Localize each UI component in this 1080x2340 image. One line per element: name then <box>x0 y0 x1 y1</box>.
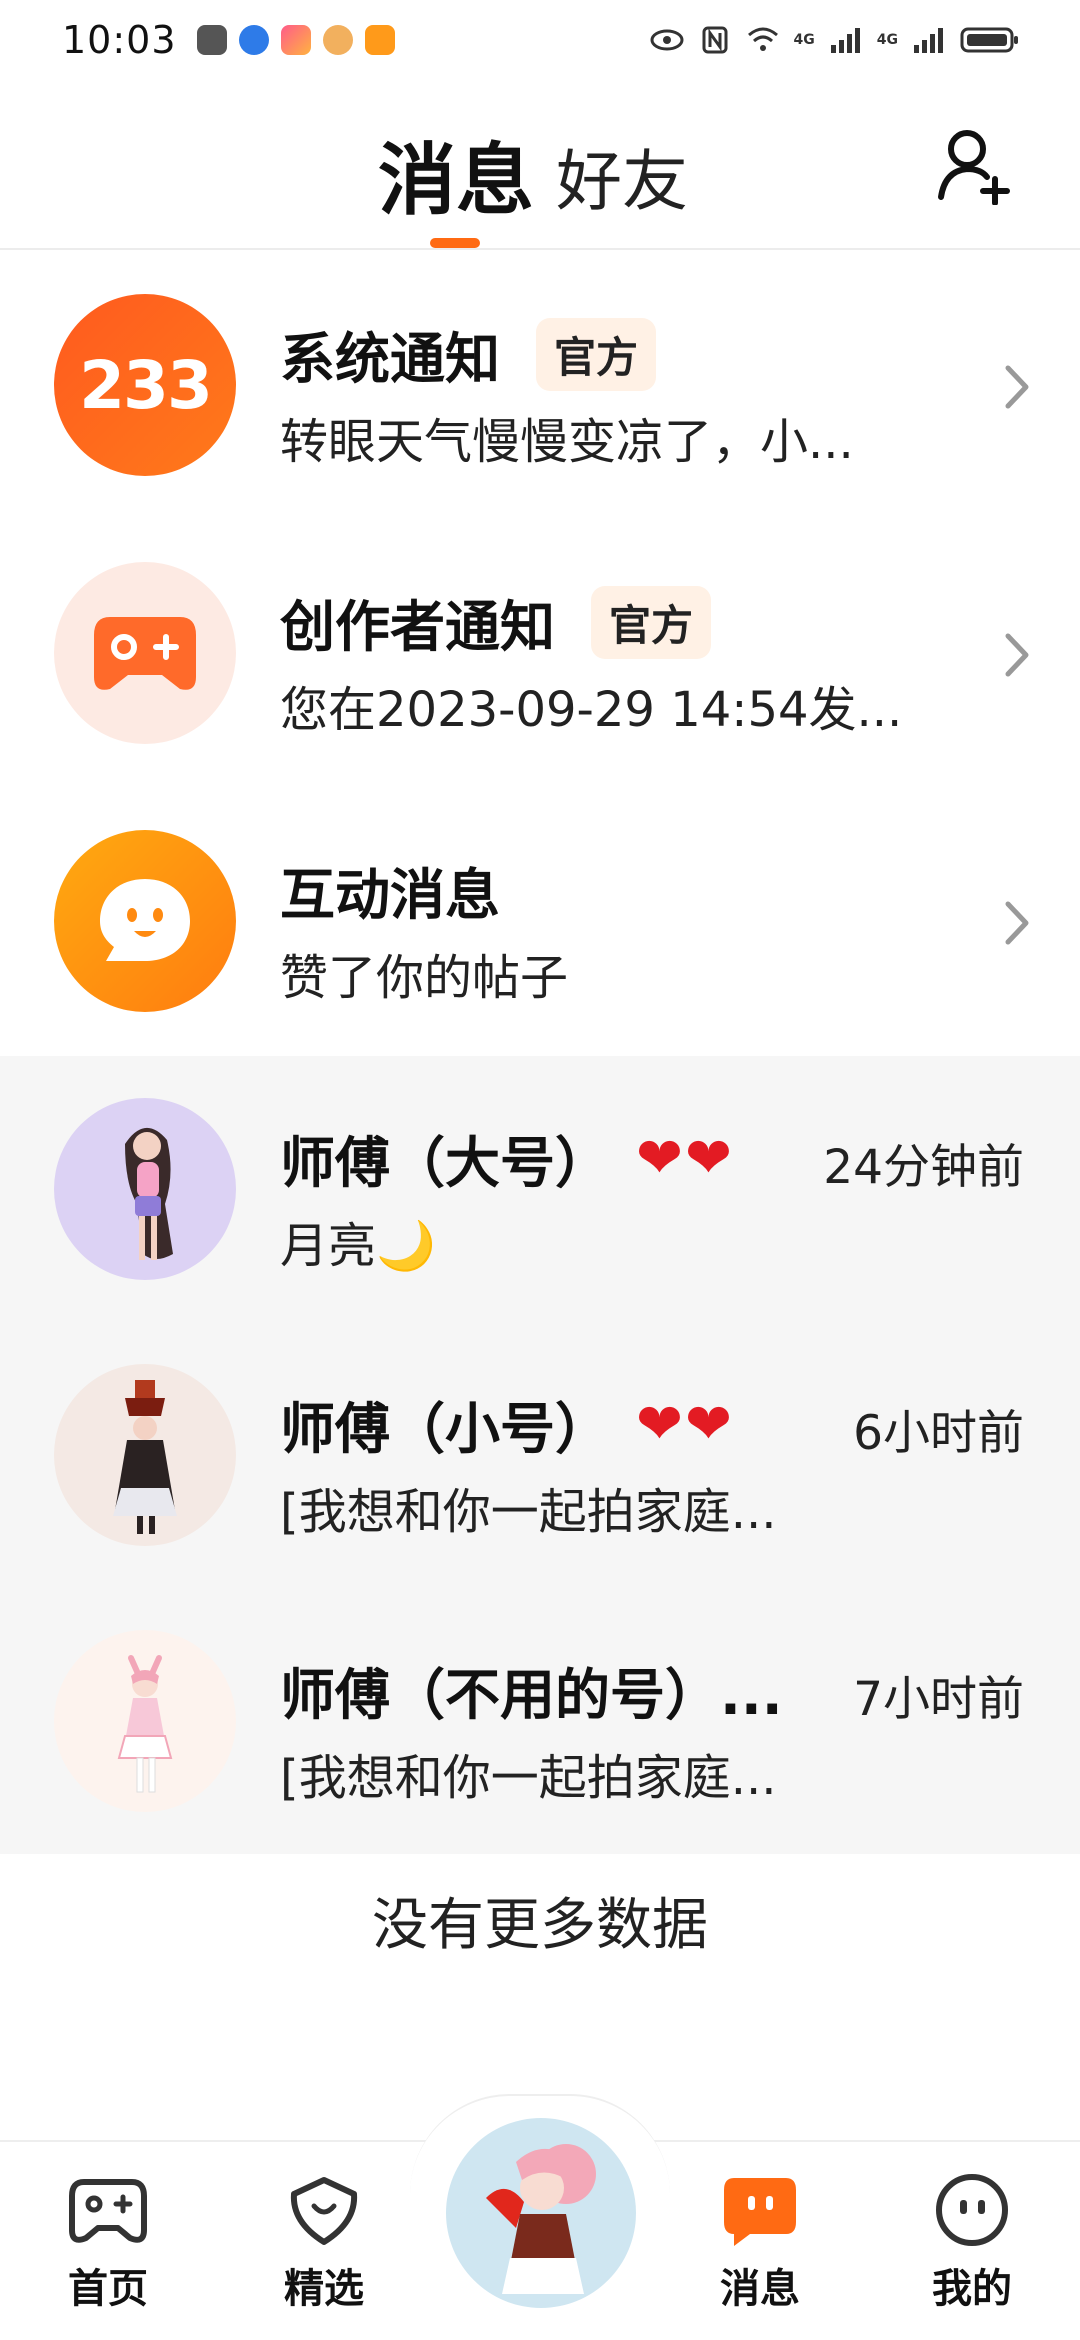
creator-notification-avatar <box>54 562 236 744</box>
chat-row[interactable]: 师傅（小号） ❤❤ 6小时前 [我想和你一起拍家庭... <box>0 1322 1080 1588</box>
nav-home[interactable]: 首页 <box>28 2172 188 2314</box>
avatar <box>54 1098 236 1280</box>
creator-notification-preview: 您在2023-09-29 14:54发... <box>280 682 903 738</box>
chat-row[interactable]: 师傅（不用的号）... 7小时前 [我想和你一起拍家庭... <box>0 1588 1080 1854</box>
interaction-messages-preview: 赞了你的帖子 <box>280 950 569 1006</box>
nav-label-featured: 精选 <box>284 2266 364 2312</box>
chat-bubble-icon <box>724 2178 796 2246</box>
row-title: 师傅（大号） ❤❤ <box>280 1118 734 1198</box>
chevron-right-icon <box>1005 633 1029 677</box>
official-badge: 官方 <box>591 585 712 659</box>
chat-bubble-face-icon <box>100 879 190 961</box>
status-app-icons <box>196 25 395 55</box>
bottom-nav: 首页 精选 消息 我的 <box>0 2094 1080 2340</box>
gamepad-icon <box>69 2179 147 2243</box>
row-title: 师傅（不用的号）... <box>280 1650 783 1730</box>
wifi-icon <box>747 27 778 51</box>
chevron-right-icon <box>1005 365 1029 409</box>
nav-messages[interactable]: 消息 <box>680 2172 840 2314</box>
nav-label-mine: 我的 <box>932 2266 1012 2312</box>
brand-logo-text: 233 <box>79 346 213 424</box>
chat-time: 24分钟前 <box>823 1140 1024 1195</box>
chat-name: 师傅（大号） <box>280 1131 611 1195</box>
anime-character-avatar <box>113 1380 177 1534</box>
creator-notification-title: 创作者通知 <box>280 595 556 659</box>
header: 消息 好友 <box>0 80 1080 250</box>
active-tab-indicator <box>430 238 480 248</box>
network-4g-label-2: 4G <box>876 32 898 48</box>
monkey-app-icon <box>322 25 353 55</box>
chat-preview: [我想和你一起拍家庭... <box>280 1484 777 1540</box>
face-icon <box>936 2174 1008 2246</box>
network-4g-label-1: 4G <box>793 32 815 48</box>
anime-character-avatar <box>125 1127 173 1260</box>
system-notification-avatar: 233 <box>54 294 236 476</box>
hearts-emoji: ❤❤ <box>636 1125 734 1191</box>
nav-featured[interactable]: 精选 <box>244 2172 404 2314</box>
system-notification-title: 系统通知 <box>280 327 501 391</box>
system-notification-preview: 转眼天气慢慢变凉了，小... <box>280 414 854 470</box>
row-title: 系统通知 官方 <box>280 314 657 394</box>
battery-icon <box>960 27 1018 53</box>
nfc-icon <box>702 26 728 54</box>
creator-notification-row[interactable]: 创作者通知 官方 您在2023-09-29 14:54发... <box>0 520 1080 788</box>
row-title: 创作者通知 官方 <box>280 582 712 662</box>
message-list: 233 系统通知 官方 转眼天气慢慢变凉了，小... 创作者通知 官方 您在20… <box>0 252 1080 1854</box>
chat-name: 师傅（不用的号）... <box>280 1663 783 1727</box>
browser-app-icon <box>238 25 269 55</box>
center-avatar-button[interactable] <box>446 2118 636 2308</box>
interaction-messages-title: 互动消息 <box>280 863 501 927</box>
chat-name: 师傅（小号） <box>280 1397 611 1461</box>
avatar <box>54 1364 236 1546</box>
tab-friends[interactable]: 好友 <box>556 128 688 224</box>
chat-preview: 月亮🌙 <box>280 1218 436 1274</box>
eye-icon <box>650 29 684 51</box>
official-badge: 官方 <box>536 317 657 391</box>
huawei-app-icon <box>196 25 227 55</box>
nav-mine[interactable]: 我的 <box>892 2172 1052 2314</box>
nav-label-messages: 消息 <box>720 2266 800 2312</box>
anime-character-avatar <box>117 1655 173 1793</box>
chat-row[interactable]: 师傅（大号） ❤❤ 24分钟前 月亮🌙 <box>0 1056 1080 1322</box>
status-indicators: 4G 4G <box>650 25 1020 55</box>
system-notification-row[interactable]: 233 系统通知 官方 转眼天气慢慢变凉了，小... <box>0 252 1080 520</box>
hearts-emoji: ❤❤ <box>636 1391 734 1457</box>
add-friend-icon[interactable] <box>935 125 1015 205</box>
chat-time: 6小时前 <box>853 1406 1024 1461</box>
row-title: 师傅（小号） ❤❤ <box>280 1384 734 1464</box>
gamepad-icon <box>94 617 196 690</box>
signal-icon-2 <box>914 28 943 53</box>
anime-character-avatar <box>486 2144 596 2294</box>
tab-messages[interactable]: 消息 <box>378 118 534 230</box>
store-app-icon <box>280 25 311 55</box>
signal-icon <box>830 28 860 53</box>
no-more-data-text: 没有更多数据 <box>372 1893 708 1958</box>
row-title: 互动消息 <box>280 850 500 930</box>
nav-label-home: 首页 <box>68 2266 148 2312</box>
heart-shield-icon <box>290 2177 358 2245</box>
status-bar: 10:03 4G 4G <box>0 0 1080 80</box>
game-app-icon <box>364 25 395 55</box>
chat-preview: [我想和你一起拍家庭... <box>280 1750 777 1806</box>
interaction-messages-row[interactable]: 互动消息 赞了你的帖子 <box>0 788 1080 1056</box>
interaction-messages-avatar <box>54 830 236 1012</box>
status-time: 10:03 <box>62 18 177 62</box>
chat-time: 7小时前 <box>853 1672 1024 1727</box>
avatar <box>54 1630 236 1812</box>
chevron-right-icon <box>1005 901 1029 945</box>
